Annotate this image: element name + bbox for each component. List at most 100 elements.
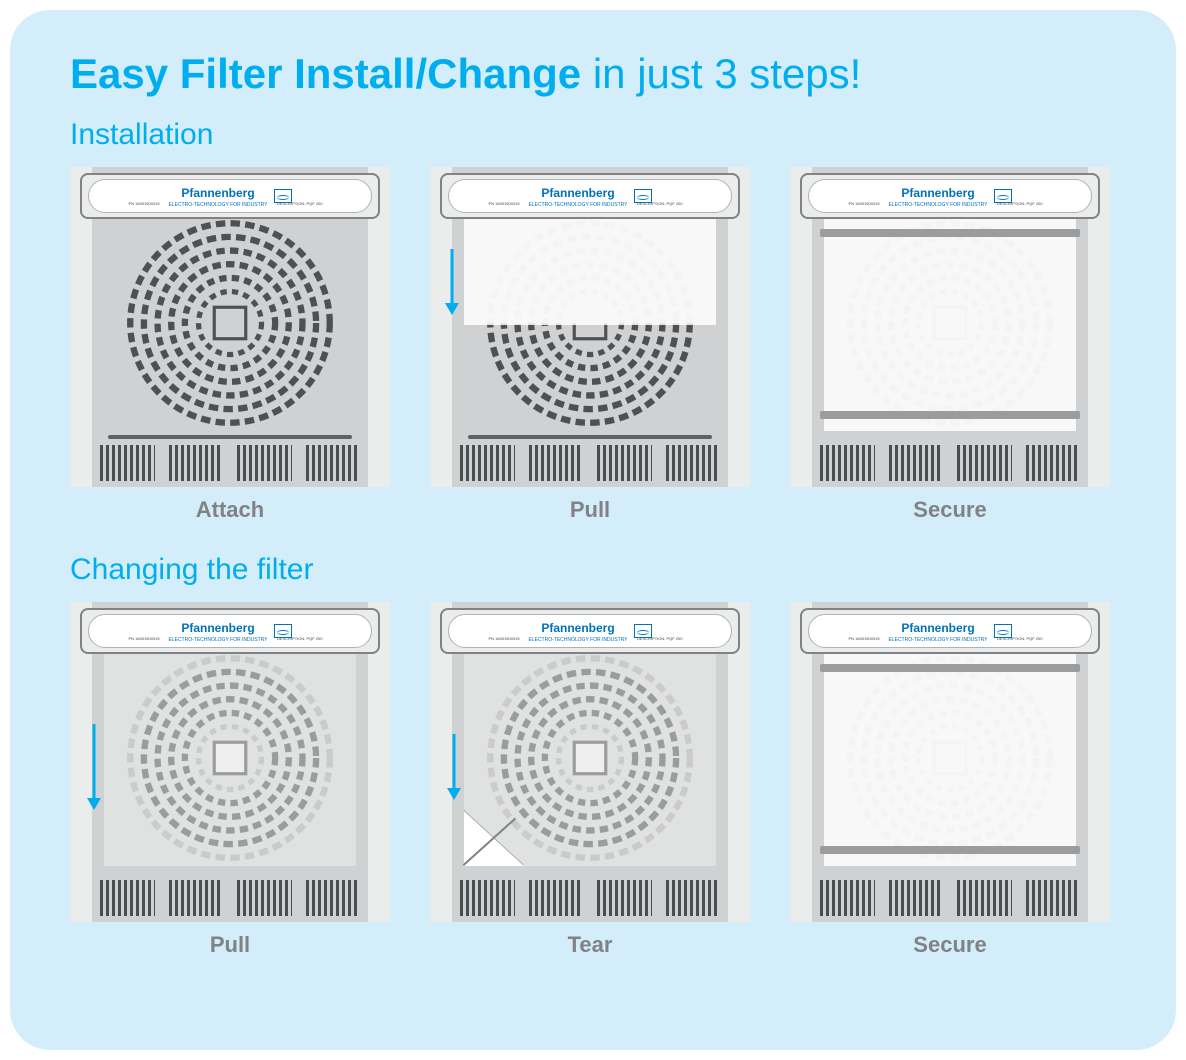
barcode-icon [820,445,875,481]
filter-sheet-full [824,215,1076,431]
brand-tagline: ELECTRO-TECHNOLOGY FOR INDUSTRY [889,202,988,208]
dirty-filter-sheet [104,650,356,866]
section-installation-label: Installation [70,118,1116,152]
barcode-icon [1026,445,1081,481]
barcode-strip [100,445,360,481]
secure-bar-top [820,229,1080,237]
brand-logo-icon [274,624,292,638]
barcode-strip [820,880,1080,916]
brand-meta-pn: PN 18001500015 [129,201,160,206]
barcode-icon [237,445,292,481]
barcode-icon [460,880,515,916]
brand-name: Pfannenberg [541,186,614,200]
brand-meta-pn: PN 18001500015 [129,636,160,641]
changing-row: Pfannenberg ELECTRO-TECHNOLOGY FOR INDUS… [70,602,1116,958]
filter-roll: Pfannenberg ELECTRO-TECHNOLOGY FOR INDUS… [448,179,732,213]
filter-roll: Pfannenberg ELECTRO-TECHNOLOGY FOR INDUS… [808,614,1092,648]
main-title: Easy Filter Install/Change in just 3 ste… [70,50,1116,98]
filter-roll: Pfannenberg ELECTRO-TECHNOLOGY FOR INDUS… [448,614,732,648]
brand-name: Pfannenberg [901,621,974,635]
secure-bar-bottom [820,411,1080,419]
step-caption: Secure [913,497,986,523]
step-caption: Attach [196,497,264,523]
panel-attach: Pfannenberg ELECTRO-TECHNOLOGY FOR INDUS… [70,167,390,487]
barcode-icon [306,445,361,481]
filter-roll: Pfannenberg ELECTRO-TECHNOLOGY FOR INDUS… [808,179,1092,213]
brand-tagline: ELECTRO-TECHNOLOGY FOR INDUSTRY [889,637,988,643]
brand-name: Pfannenberg [181,621,254,635]
brand-meta-pn: PN 18001500015 [849,636,880,641]
filter-sheet-full [824,650,1076,866]
panel-tear: Pfannenberg ELECTRO-TECHNOLOGY FOR INDUS… [430,602,750,922]
brand-tagline: ELECTRO-TECHNOLOGY FOR INDUSTRY [529,202,628,208]
barcode-icon [100,880,155,916]
barcode-icon [597,880,652,916]
barcode-icon [529,445,584,481]
arrow-down-icon [444,732,464,802]
brand-meta-pn: PN 18001500015 [489,201,520,206]
step-attach: Pfannenberg ELECTRO-TECHNOLOGY FOR INDUS… [70,167,390,523]
brand-name: Pfannenberg [541,621,614,635]
brand-name: Pfannenberg [181,186,254,200]
barcode-strip [100,880,360,916]
brand-logo-icon [274,189,292,203]
arrow-down-icon [84,722,104,812]
vent-slot [108,435,352,439]
step-caption: Secure [913,932,986,958]
step-caption: Tear [568,932,613,958]
arrow-down-icon [442,247,462,317]
step-secure-install: Pfannenberg ELECTRO-TECHNOLOGY FOR INDUS… [790,167,1110,523]
barcode-strip [820,445,1080,481]
brand-logo-icon [994,189,1012,203]
barcode-icon [460,445,515,481]
panel-pull-change: Pfannenberg ELECTRO-TECHNOLOGY FOR INDUS… [70,602,390,922]
barcode-icon [666,445,721,481]
step-pull-install: Pfannenberg ELECTRO-TECHNOLOGY FOR INDUS… [430,167,750,523]
barcode-icon [306,880,361,916]
filter-roll: Pfannenberg ELECTRO-TECHNOLOGY FOR INDUS… [88,179,372,213]
barcode-icon [889,445,944,481]
filter-roll: Pfannenberg ELECTRO-TECHNOLOGY FOR INDUS… [88,614,372,648]
panel-pull-install: Pfannenberg ELECTRO-TECHNOLOGY FOR INDUS… [430,167,750,487]
fan-grille [100,221,360,425]
panel-secure-change: Pfannenberg ELECTRO-TECHNOLOGY FOR INDUS… [790,602,1110,922]
vent-slot [468,435,712,439]
step-tear: Pfannenberg ELECTRO-TECHNOLOGY FOR INDUS… [430,602,750,958]
step-caption: Pull [210,932,250,958]
brand-logo-icon [634,624,652,638]
title-light: in just 3 steps! [581,50,861,97]
barcode-icon [957,445,1012,481]
barcode-icon [889,880,944,916]
brand-logo-icon [634,189,652,203]
step-secure-change: Pfannenberg ELECTRO-TECHNOLOGY FOR INDUS… [790,602,1110,958]
barcode-icon [666,880,721,916]
secure-bar-bottom [820,846,1080,854]
barcode-icon [237,880,292,916]
barcode-strip [460,880,720,916]
section-changing-label: Changing the filter [70,553,1116,587]
barcode-icon [597,445,652,481]
barcode-strip [460,445,720,481]
barcode-icon [957,880,1012,916]
brand-tagline: ELECTRO-TECHNOLOGY FOR INDUSTRY [169,202,268,208]
brand-meta-pn: PN 18001500015 [849,201,880,206]
brand-tagline: ELECTRO-TECHNOLOGY FOR INDUSTRY [529,637,628,643]
barcode-icon [100,445,155,481]
barcode-icon [169,445,224,481]
title-bold: Easy Filter Install/Change [70,50,581,97]
barcode-icon [1026,880,1081,916]
brand-name: Pfannenberg [901,186,974,200]
step-caption: Pull [570,497,610,523]
brand-tagline: ELECTRO-TECHNOLOGY FOR INDUSTRY [169,637,268,643]
barcode-icon [529,880,584,916]
barcode-icon [169,880,224,916]
brand-meta-pn: PN 18001500015 [489,636,520,641]
filter-sheet-partial [464,215,716,325]
step-pull-change: Pfannenberg ELECTRO-TECHNOLOGY FOR INDUS… [70,602,390,958]
secure-bar-top [820,664,1080,672]
instruction-card: Easy Filter Install/Change in just 3 ste… [10,10,1176,1050]
installation-row: Pfannenberg ELECTRO-TECHNOLOGY FOR INDUS… [70,167,1116,523]
panel-secure-install: Pfannenberg ELECTRO-TECHNOLOGY FOR INDUS… [790,167,1110,487]
barcode-icon [820,880,875,916]
brand-logo-icon [994,624,1012,638]
